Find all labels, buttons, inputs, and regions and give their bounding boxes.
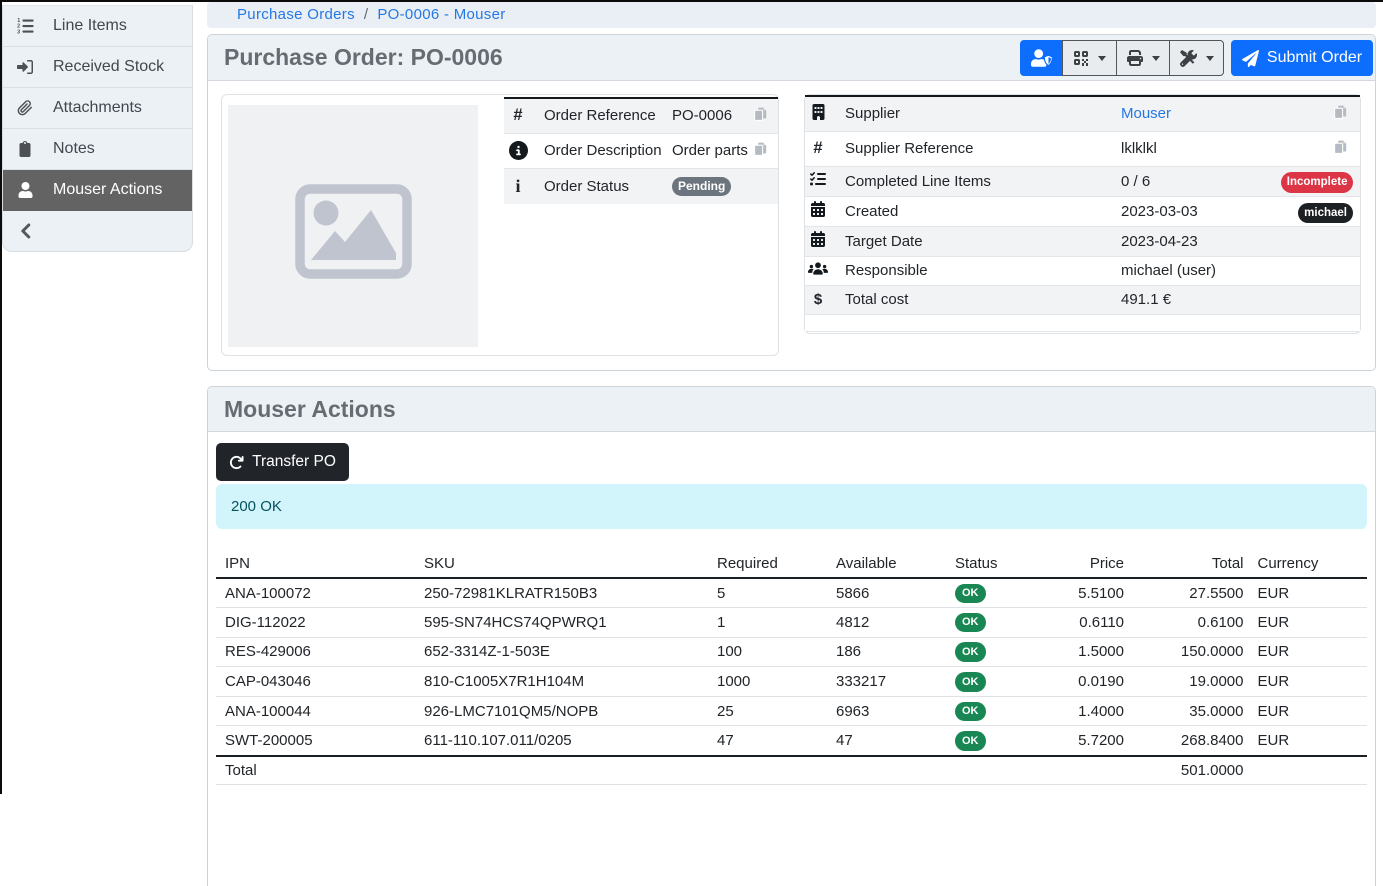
svg-text:2: 2 — [17, 24, 20, 30]
svg-text:1: 1 — [17, 18, 20, 24]
svg-text:3: 3 — [17, 29, 20, 34]
